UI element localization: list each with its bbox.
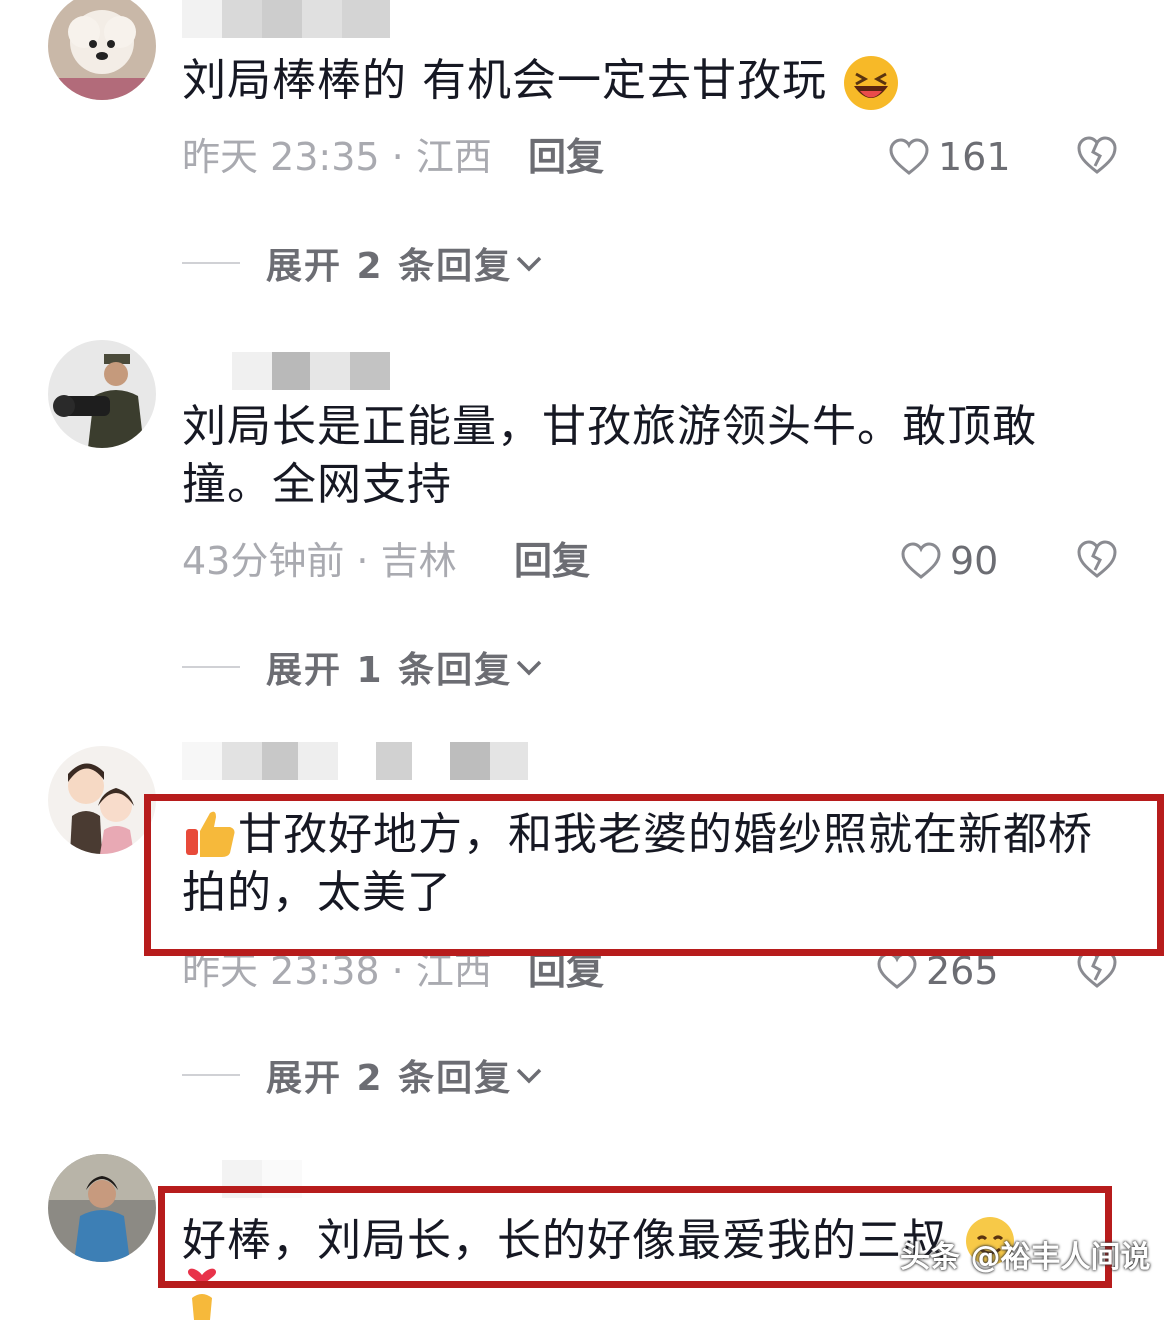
heart-hands-emoji-icon xyxy=(188,1268,216,1320)
reply-button[interactable]: 回复 xyxy=(514,536,590,586)
dislike-icon[interactable] xyxy=(1076,538,1118,580)
like-button[interactable]: 265 xyxy=(876,948,999,994)
divider xyxy=(182,1074,240,1076)
divider xyxy=(182,262,240,264)
avatar[interactable] xyxy=(48,746,156,854)
heart-icon xyxy=(877,952,917,989)
expand-replies[interactable]: 展开 1 条回复 xyxy=(182,642,544,692)
comment-item: 刘局棒棒的 有机会一定去甘孜玩 昨天 23:35 · 江西 回复 161 展开 … xyxy=(0,0,1170,310)
comment-time: 昨天 23:38 · 江西 xyxy=(182,949,492,993)
comment-text: 刘局棒棒的 有机会一定去甘孜玩 xyxy=(182,52,1062,112)
comment-meta: 43分钟前 · 吉林 回复 90 xyxy=(182,536,1142,586)
divider xyxy=(182,666,240,668)
chevron-down-icon xyxy=(516,660,542,676)
expand-replies[interactable]: 展开 2 条回复 xyxy=(182,238,544,288)
avatar[interactable] xyxy=(48,1154,156,1262)
comment-item: 甘孜好地方，和我老婆的婚纱照就在新都桥拍的，太美了 昨天 23:38 · 江西 … xyxy=(0,742,1170,1112)
like-button[interactable]: 161 xyxy=(888,134,1011,180)
avatar[interactable] xyxy=(48,0,156,100)
photographer-avatar-image xyxy=(48,340,156,448)
comment-time: 昨天 23:35 · 江西 xyxy=(182,135,492,179)
like-count: 265 xyxy=(926,949,999,993)
couple-cartoon-avatar-image xyxy=(48,746,156,854)
comment-item: 好棒，刘局长，长的好像最爱我的三叔 xyxy=(0,1150,1170,1320)
expand-replies-label: 展开 2 条回复 xyxy=(266,1058,513,1099)
chevron-down-icon xyxy=(516,1068,542,1084)
comment-text: 刘局长是正能量，甘孜旅游领头牛。敢顶敢撞。全网支持 xyxy=(182,401,1037,510)
comment-time: 43分钟前 · 吉林 xyxy=(182,539,457,583)
woman-photo-avatar-image xyxy=(48,1154,156,1262)
username-blurred[interactable] xyxy=(182,742,528,780)
username-blurred[interactable] xyxy=(182,352,390,390)
comment-meta: 昨天 23:38 · 江西 回复 265 xyxy=(182,946,1142,996)
like-count: 90 xyxy=(950,539,999,583)
dislike-icon[interactable] xyxy=(1076,134,1118,176)
dislike-icon[interactable] xyxy=(1076,948,1118,990)
like-button[interactable]: 90 xyxy=(900,538,998,584)
heart-icon xyxy=(901,542,941,579)
comment-text: 甘孜好地方，和我老婆的婚纱照就在新都桥拍的，太美了 xyxy=(182,806,1122,922)
thumbs-up-emoji-icon xyxy=(186,811,235,857)
reply-button[interactable]: 回复 xyxy=(528,946,604,996)
comment-item: 刘局长是正能量，甘孜旅游领头牛。敢顶敢撞。全网支持 43分钟前 · 吉林 回复 … xyxy=(0,340,1170,710)
expand-replies-label: 展开 2 条回复 xyxy=(266,246,513,287)
dog-avatar-image xyxy=(48,0,156,100)
chevron-down-icon xyxy=(516,256,542,272)
like-count: 161 xyxy=(938,135,1011,179)
username-blurred[interactable] xyxy=(182,1160,302,1198)
reply-button[interactable]: 回复 xyxy=(528,132,604,182)
expand-replies-label: 展开 1 条回复 xyxy=(266,650,513,691)
expand-replies[interactable]: 展开 2 条回复 xyxy=(182,1050,544,1100)
heart-icon xyxy=(889,138,929,175)
username-blurred[interactable] xyxy=(182,0,390,38)
comment-meta: 昨天 23:35 · 江西 回复 161 xyxy=(182,132,1142,182)
avatar[interactable] xyxy=(48,340,156,448)
laughing-emoji-icon xyxy=(844,56,898,110)
watermark: 头条 @裕丰人间说 xyxy=(900,1240,1151,1275)
